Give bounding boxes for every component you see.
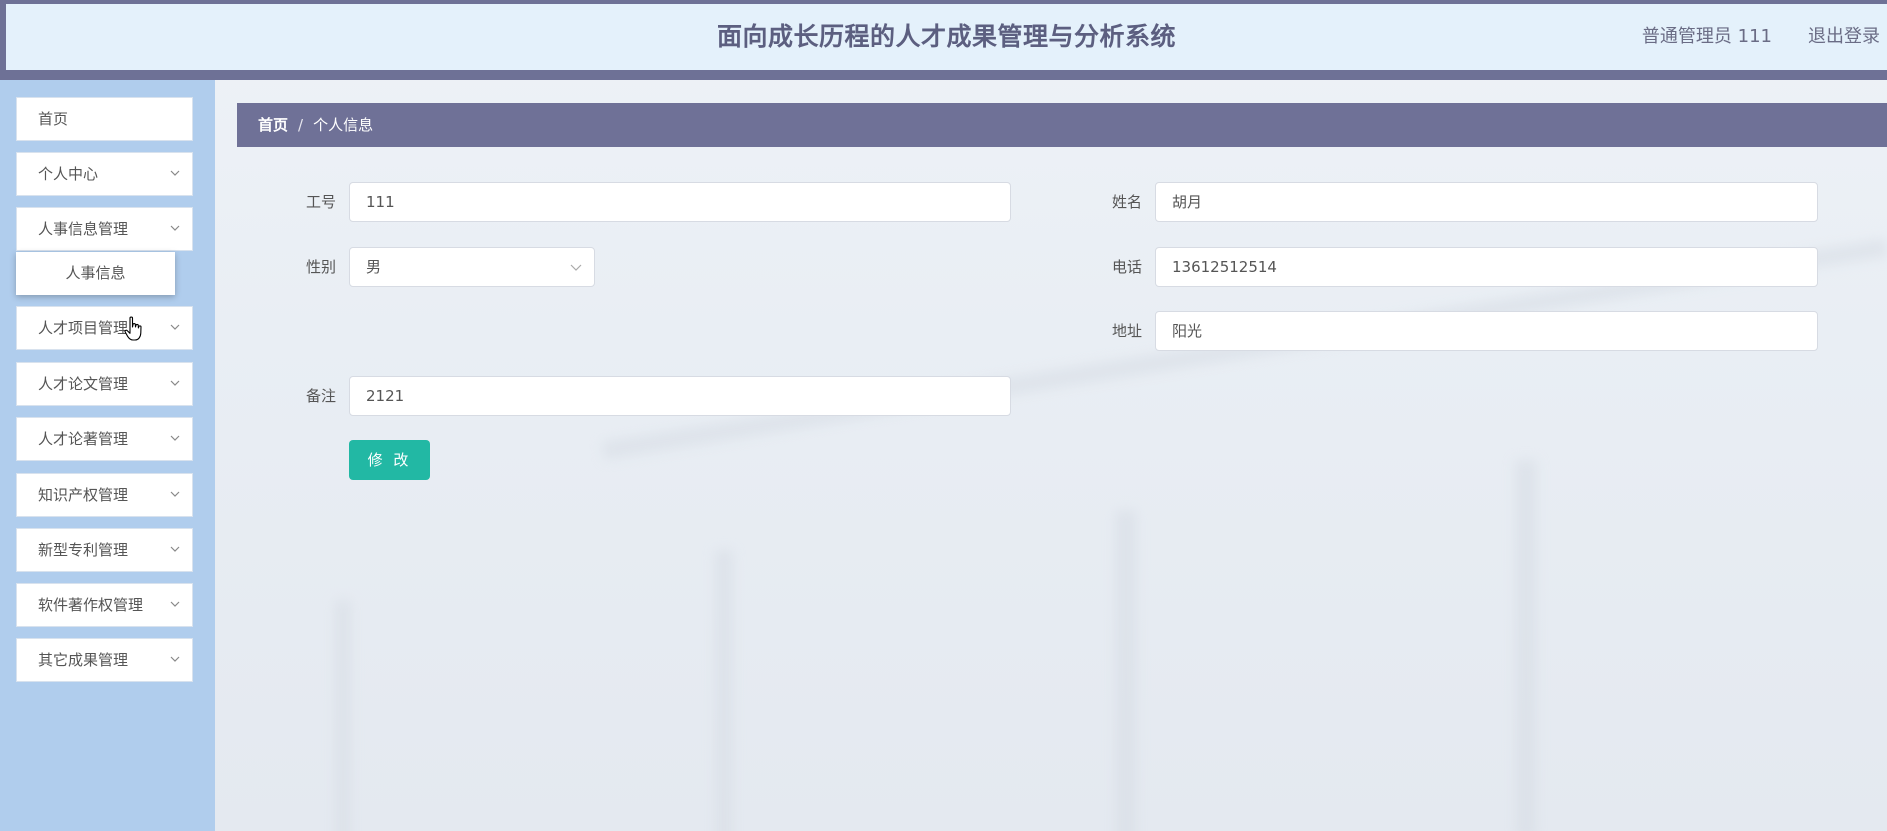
gender-selected-value: 男 [366,258,382,276]
job-no-input[interactable]: 111 [349,182,1011,222]
job-no-label: 工号 [305,193,336,211]
chevron-down-icon [170,324,180,330]
sidebar-item-other-results[interactable]: 其它成果管理 [16,638,193,682]
sidebar-item-label: 人才论文管理 [38,375,129,393]
sidebar-item-label: 其它成果管理 [38,651,129,669]
sidebar-item-personal-center[interactable]: 个人中心 [16,152,193,196]
sidebar-item-patents[interactable]: 新型专利管理 [16,528,193,572]
remark-input[interactable]: 2121 [349,376,1011,416]
chevron-down-icon [170,546,180,552]
header-bar: 面向成长历程的人才成果管理与分析系统 普通管理员 111 退出登录 [6,4,1887,70]
sidebar-item-projects[interactable]: 人才项目管理 [16,306,193,350]
sidebar-item-software-copyright[interactable]: 软件著作权管理 [16,583,193,627]
breadcrumb-home[interactable]: 首页 [258,116,288,134]
chevron-down-icon [170,656,180,662]
sidebar-item-label: 人事信息管理 [38,220,129,238]
sidebar-item-label: 人才论著管理 [38,430,129,448]
top-header: 面向成长历程的人才成果管理与分析系统 普通管理员 111 退出登录 [0,0,1887,80]
sidebar-item-home[interactable]: 首页 [16,97,193,141]
address-input[interactable]: 阳光 [1155,311,1818,351]
chevron-down-icon [170,380,180,386]
sidebar-item-label: 新型专利管理 [38,541,129,559]
sidebar-item-papers[interactable]: 人才论文管理 [16,362,193,406]
chevron-down-icon [170,225,180,231]
update-button[interactable]: 修 改 [349,440,430,480]
gender-label: 性别 [305,258,336,276]
gender-select[interactable]: 男 [349,247,595,287]
current-user: 普通管理员 111 [1641,26,1772,47]
sidebar-item-label: 人才项目管理 [38,319,129,337]
hand-cursor-icon [124,316,142,341]
name-label: 姓名 [1111,193,1142,211]
sidebar-item-ip[interactable]: 知识产权管理 [16,473,193,517]
phone-input[interactable]: 13612512514 [1155,247,1818,287]
sidebar-item-label: 个人中心 [38,165,99,183]
chevron-down-icon [170,435,180,441]
name-input[interactable]: 胡月 [1155,182,1818,222]
chevron-down-icon [170,601,180,607]
breadcrumb-current: 个人信息 [313,116,374,134]
chevron-down-icon [170,491,180,497]
phone-label: 电话 [1111,258,1142,276]
sidebar-item-books[interactable]: 人才论著管理 [16,417,193,461]
chevron-down-icon [570,264,582,271]
remark-label: 备注 [305,387,336,405]
submenu-item-hr-info[interactable]: 人事信息 [16,252,175,295]
sidebar-item-hr-info[interactable]: 人事信息管理 [16,207,193,251]
breadcrumb: 首页 / 个人信息 [237,103,1887,147]
sidebar-item-label: 知识产权管理 [38,486,129,504]
logout-link[interactable]: 退出登录 [1808,4,1880,70]
address-label: 地址 [1111,322,1142,340]
sidebar-item-label: 软件著作权管理 [38,596,144,614]
breadcrumb-separator: / [298,116,304,134]
chevron-down-icon [170,170,180,176]
app-title: 面向成长历程的人才成果管理与分析系统 [716,22,1176,51]
sidebar-item-label: 首页 [38,110,69,128]
